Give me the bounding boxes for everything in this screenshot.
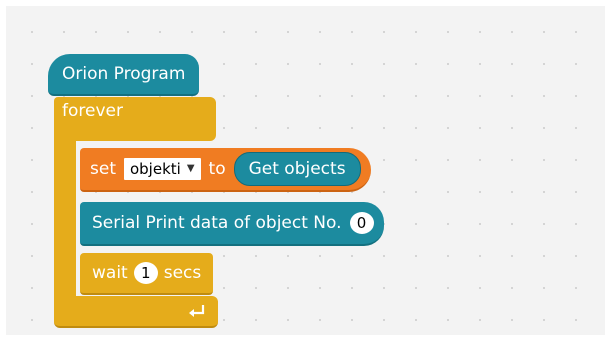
set-variable-block[interactable]: set objekti ▼ to Get objects — [80, 148, 371, 192]
triangle-down-icon: ▼ — [186, 163, 195, 174]
get-objects-label: Get objects — [248, 158, 346, 179]
serial-print-block[interactable]: Serial Print data of object No. 0 — [80, 202, 384, 246]
secs-label: secs — [163, 262, 202, 283]
loop-arrow-icon — [189, 305, 205, 317]
set-label: set — [90, 158, 116, 179]
get-objects-reporter[interactable]: Get objects — [233, 152, 361, 186]
hat-block-label: Orion Program — [62, 63, 186, 84]
forever-block-bottom — [54, 296, 218, 328]
wait-label: wait — [92, 262, 128, 283]
to-label: to — [208, 158, 226, 179]
forever-block[interactable]: forever — [54, 97, 216, 141]
object-number-input[interactable]: 0 — [349, 212, 374, 234]
forever-label: forever — [62, 101, 123, 121]
serial-print-label: Serial Print data of object No. — [92, 212, 342, 233]
orion-program-hat-block[interactable]: Orion Program — [48, 54, 200, 96]
wait-seconds-input[interactable]: 1 — [133, 262, 158, 284]
script-canvas[interactable]: Orion Program forever set objekti ▼ to G… — [6, 6, 605, 335]
wait-block[interactable]: wait 1 secs — [80, 253, 214, 295]
variable-dropdown[interactable]: objekti ▼ — [123, 158, 201, 180]
forever-block-arm — [54, 136, 76, 301]
variable-name: objekti — [129, 159, 181, 178]
